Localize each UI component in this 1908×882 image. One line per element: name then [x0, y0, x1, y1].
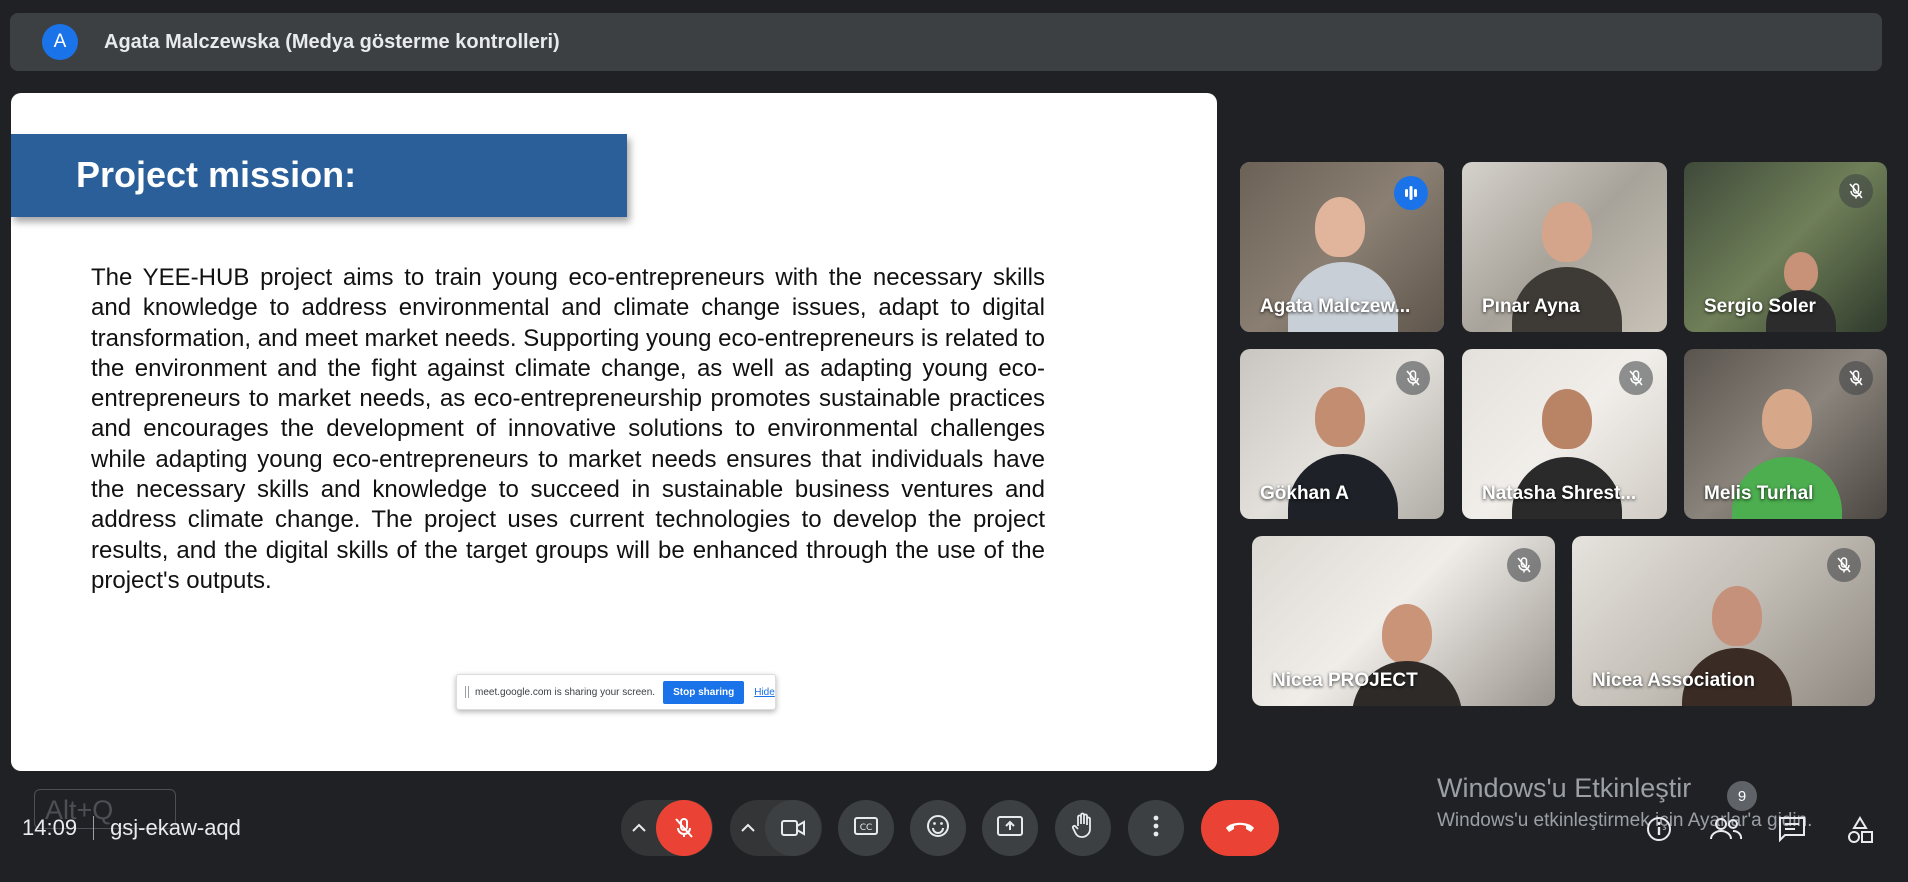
slide-heading: Project mission:: [76, 154, 357, 195]
stop-sharing-button[interactable]: Stop sharing: [663, 680, 745, 704]
present-icon: [996, 815, 1024, 842]
screen-share-bar: meet.google.com is sharing your screen. …: [456, 674, 776, 710]
chevron-up-icon[interactable]: [622, 823, 656, 833]
muted-mic-icon: [1619, 361, 1653, 395]
svg-text:CC: CC: [860, 823, 873, 833]
captions-button[interactable]: CC: [838, 800, 894, 856]
slide-heading-banner: Project mission:: [11, 134, 627, 217]
divider: [93, 816, 95, 840]
drag-handle-icon[interactable]: [465, 686, 469, 698]
meeting-details-button[interactable]: [1645, 815, 1673, 848]
participant-tile[interactable]: Gökhan A: [1240, 349, 1444, 519]
clock: 14:09: [22, 815, 78, 840]
camera-control-group: [730, 800, 822, 856]
hide-link[interactable]: Hide: [754, 687, 775, 698]
mic-muted-button[interactable]: [656, 800, 712, 856]
captions-icon: CC: [853, 816, 879, 841]
shapes-icon: [1848, 816, 1873, 843]
present-screen-button[interactable]: [982, 800, 1038, 856]
muted-mic-icon: [1396, 361, 1430, 395]
end-call-button[interactable]: [1201, 800, 1279, 856]
raise-hand-button[interactable]: [1055, 800, 1111, 856]
hand-icon: [1071, 812, 1095, 845]
muted-mic-icon: [1839, 174, 1873, 208]
people-icon: [1710, 818, 1743, 840]
participant-name: Nicea Association: [1592, 670, 1755, 691]
participant-tile[interactable]: Nicea PROJECT: [1252, 536, 1555, 706]
participant-tile[interactable]: Agata Malczew...: [1240, 162, 1444, 332]
presenter-bar: A Agata Malczewska (Medya gösterme kontr…: [10, 13, 1882, 71]
presenter-avatar: A: [42, 24, 78, 60]
mic-control-group: [621, 800, 713, 856]
chat-button[interactable]: [1777, 815, 1807, 848]
watermark-subtitle: Windows'u etkinleştirmek için Ayarlar'a …: [1437, 810, 1813, 831]
info-icon: [1647, 817, 1671, 841]
camera-button[interactable]: [765, 800, 821, 856]
participant-name: Agata Malczew...: [1260, 296, 1411, 317]
speaking-indicator-icon: [1394, 176, 1428, 210]
slide-body-text: The YEE-HUB project aims to train young …: [91, 264, 1045, 594]
emoji-icon: [925, 813, 951, 844]
participant-name: Nicea PROJECT: [1272, 670, 1418, 691]
participant-name: Natasha Shrest...: [1482, 483, 1637, 504]
share-message: meet.google.com is sharing your screen.: [475, 686, 656, 698]
presenter-title[interactable]: Agata Malczewska (Medya gösterme kontrol…: [104, 31, 560, 54]
participant-count-badge: 9: [1727, 781, 1757, 811]
more-vert-icon: [1153, 815, 1159, 842]
participant-tile[interactable]: Nicea Association: [1572, 536, 1875, 706]
shared-screen: Project mission: The YEE-HUB project aim…: [11, 93, 1217, 771]
windows-activation-watermark: Windows'u Etkinleştir Windows'u etkinleş…: [1437, 773, 1812, 832]
participant-tile[interactable]: Pınar Ayna: [1462, 162, 1667, 332]
participant-tile[interactable]: Sergio Soler: [1684, 162, 1887, 332]
participant-name: Sergio Soler: [1704, 296, 1816, 317]
activities-button[interactable]: [1845, 815, 1875, 850]
participant-name: Gökhan A: [1260, 483, 1350, 504]
participant-tile[interactable]: Melis Turhal: [1684, 349, 1887, 519]
participant-name: Melis Turhal: [1704, 483, 1814, 504]
participant-tile[interactable]: Natasha Shrest...: [1462, 349, 1667, 519]
muted-mic-icon: [1839, 361, 1873, 395]
chevron-up-icon[interactable]: [731, 823, 765, 833]
people-button[interactable]: [1709, 815, 1743, 848]
meeting-code[interactable]: gsj-ekaw-aqd: [110, 815, 241, 841]
reactions-button[interactable]: [910, 800, 966, 856]
meeting-info: 14:09 gsj-ekaw-aqd: [22, 815, 241, 841]
chat-icon: [1779, 817, 1805, 843]
muted-mic-icon: [1827, 548, 1861, 582]
more-options-button[interactable]: [1128, 800, 1184, 856]
muted-mic-icon: [1507, 548, 1541, 582]
hang-up-icon: [1223, 818, 1257, 839]
participant-name: Pınar Ayna: [1482, 296, 1580, 317]
